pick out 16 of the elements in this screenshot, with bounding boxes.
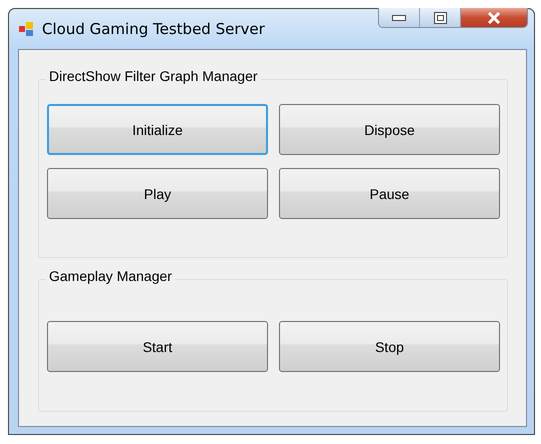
group-title: DirectShow Filter Graph Manager — [46, 68, 261, 84]
group-title: Gameplay Manager — [46, 268, 175, 284]
action-button[interactable]: Dispose — [279, 104, 500, 155]
window-title: Cloud Gaming Testbed Server — [42, 20, 265, 38]
action-button[interactable]: Stop — [279, 321, 500, 372]
action-button[interactable]: Play — [47, 168, 268, 219]
maximize-icon — [434, 12, 446, 24]
close-button[interactable] — [461, 8, 527, 27]
action-button[interactable]: Start — [47, 321, 268, 372]
minimize-button[interactable] — [379, 8, 420, 27]
app-icon — [18, 21, 34, 37]
minimize-icon — [392, 14, 406, 20]
maximize-button[interactable] — [420, 8, 461, 27]
action-button[interactable]: Pause — [279, 168, 500, 219]
action-button[interactable]: Initialize — [47, 104, 268, 155]
close-icon — [487, 12, 501, 24]
